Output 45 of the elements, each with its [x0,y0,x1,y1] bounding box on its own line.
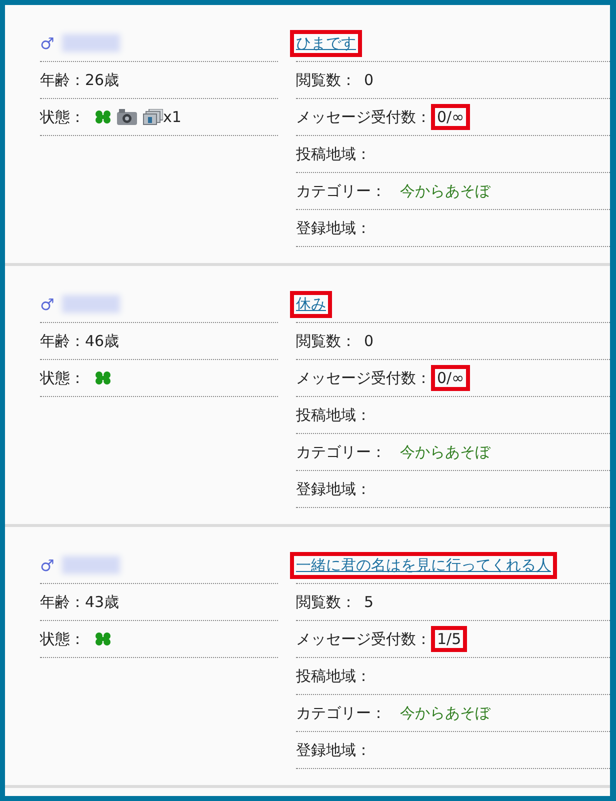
post-title-link[interactable]: ひまです [290,30,362,56]
field-label: 登録地域： [296,218,371,238]
clover-icon [95,632,111,646]
blurred-name [62,556,120,574]
field-label: メッセージ受付数： [296,630,431,648]
field-label: 投稿地域： [296,666,371,686]
blurred-name [62,295,120,313]
clover-icon [95,110,111,124]
field-label: 閲覧数： [296,592,356,612]
field-value: 0 [364,332,374,350]
field-label: メッセージ受付数： [296,368,431,388]
gender-symbol: ♂ [40,556,54,574]
clover-icon [95,371,111,385]
field-label: 投稿地域： [296,406,371,424]
gender-symbol: ♂ [40,34,54,52]
age-text: 年齢：46歳 [40,332,120,350]
field-label: 投稿地域： [296,144,371,164]
photo-count: x1 [163,108,182,126]
field-value: 0 [364,71,374,89]
field-value: 5 [364,593,374,611]
category-value: 今からあそぼ [400,182,490,200]
field-label: メッセージ受付数： [296,108,431,126]
camera-icon [117,109,137,125]
status-label: 状態： [40,630,85,648]
field-label: 登録地域： [296,740,371,760]
field-label: 閲覧数： [296,70,356,90]
field-label: カテゴリー： [296,182,386,200]
category-value: 今からあそぼ [400,704,490,722]
field-label: 登録地域： [296,480,371,498]
status-label: 状態： [40,108,85,126]
field-label: カテゴリー： [296,704,386,722]
post-title-link[interactable]: 一緒に君の名はを見に行ってくれる人 [290,552,557,578]
photos-icon [143,109,163,125]
field-value: 1/5 [431,626,468,652]
status-label: 状態： [40,368,85,388]
age-text: 年齢：43歳 [40,592,120,612]
field-label: 閲覧数： [296,332,356,350]
post-title-link[interactable]: 休み [290,290,332,318]
age-text: 年齢：26歳 [40,70,120,90]
field-label: カテゴリー： [296,442,386,462]
blurred-name [62,34,120,52]
gender-symbol: ♂ [40,294,54,314]
field-value: 0/∞ [431,104,470,130]
category-value: 今からあそぼ [400,442,490,462]
field-value: 0/∞ [431,365,470,391]
